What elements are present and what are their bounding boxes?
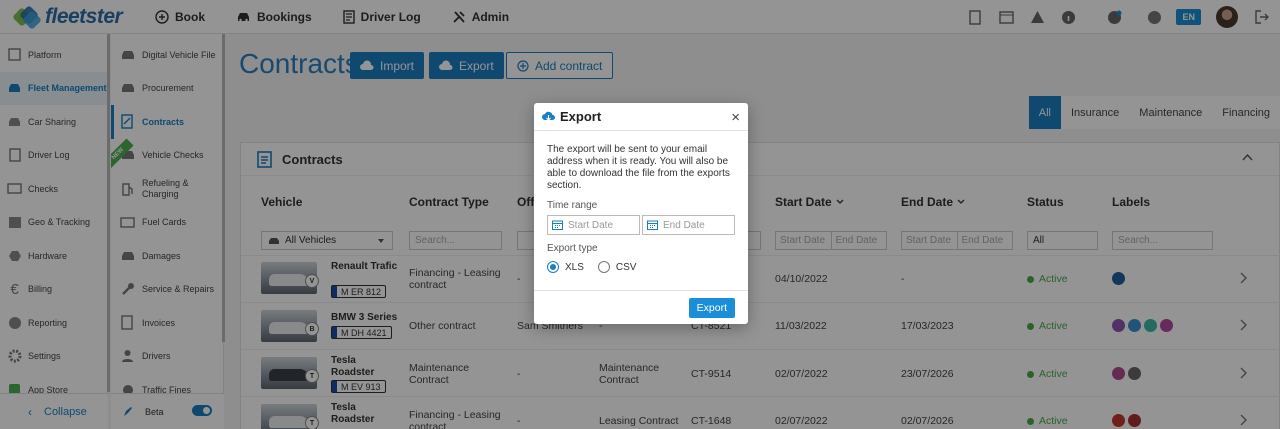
dialog-body: The export will be sent to your email ad… <box>534 131 748 273</box>
close-icon[interactable]: × <box>731 109 740 126</box>
time-range-label: Time range <box>547 200 598 211</box>
end-date-field[interactable]: End Date <box>642 215 735 235</box>
start-date-placeholder: Start Date <box>568 219 614 231</box>
radio-button-checked[interactable] <box>547 261 559 273</box>
start-date-field[interactable]: Start Date <box>547 215 640 235</box>
export-type-label: Export type <box>547 243 598 254</box>
calendar-icon <box>647 220 658 230</box>
dialog-footer: Export <box>534 290 748 324</box>
radio-button[interactable] <box>597 261 610 273</box>
dialog-header: Export × <box>534 103 748 131</box>
end-date-placeholder: End Date <box>663 219 705 231</box>
cloud-download-icon <box>542 111 555 121</box>
export-type-options: XLS CSV <box>547 261 735 273</box>
radio-csv[interactable]: CSV <box>597 261 637 273</box>
calendar-icon <box>552 220 563 230</box>
dialog-title: Export <box>560 109 602 124</box>
radio-xls-label: XLS <box>565 261 584 273</box>
radio-xls[interactable]: XLS <box>547 261 584 273</box>
export-submit-button[interactable]: Export <box>688 298 735 318</box>
export-dialog: Export × The export will be sent to your… <box>534 103 748 324</box>
radio-csv-label: CSV <box>615 261 637 273</box>
export-description: The export will be sent to your email ad… <box>547 144 730 191</box>
time-range-fields: Start Date End Date <box>547 215 735 235</box>
